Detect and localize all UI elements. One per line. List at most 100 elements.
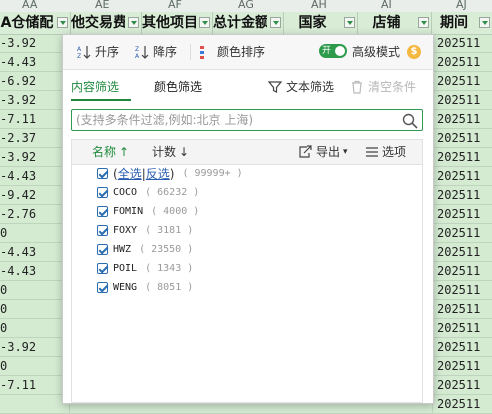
filter-dropdown-icon[interactable] bbox=[199, 17, 210, 28]
filter-dropdown-icon[interactable] bbox=[479, 17, 490, 28]
sort-descending-button[interactable]: Z A 降序 bbox=[135, 43, 177, 61]
table-cell[interactable]: -6.92 bbox=[0, 72, 70, 91]
clear-conditions-button[interactable]: 清空条件 bbox=[350, 79, 416, 95]
sort-by-name-button[interactable]: 名称 ↑ bbox=[92, 144, 129, 160]
table-cell[interactable]: 202511 bbox=[432, 224, 492, 243]
table-cell[interactable]: -3.92 bbox=[0, 34, 70, 53]
item-checkbox[interactable] bbox=[97, 225, 108, 236]
filter-dropdown-icon[interactable] bbox=[344, 17, 355, 28]
header-cell[interactable]: 店铺 bbox=[358, 12, 432, 34]
table-cell[interactable]: 202511 bbox=[432, 72, 492, 91]
advanced-mode-toggle[interactable]: 开 bbox=[319, 44, 347, 58]
table-cell[interactable]: -7.11 bbox=[0, 110, 70, 129]
table-cell[interactable]: 202511 bbox=[432, 243, 492, 262]
table-cell[interactable]: 202511 bbox=[432, 167, 492, 186]
text-filter-button[interactable]: 文本筛选 bbox=[268, 79, 334, 95]
table-cell[interactable]: -3.92 bbox=[0, 91, 70, 110]
table-cell[interactable]: -4.43 bbox=[0, 262, 70, 281]
list-item[interactable]: POIL ( 1343 ) bbox=[72, 259, 422, 278]
column-letter-ae[interactable]: AE bbox=[95, 0, 109, 11]
invert-selection-link[interactable]: 反选 bbox=[146, 167, 170, 181]
table-cell[interactable]: 202511 bbox=[432, 281, 492, 300]
item-checkbox[interactable] bbox=[97, 244, 108, 255]
table-cell[interactable]: 202511 bbox=[432, 148, 492, 167]
table-cell[interactable]: 0 bbox=[0, 357, 70, 376]
table-cell[interactable]: -3.92 bbox=[0, 338, 70, 357]
list-item[interactable]: FOMIN ( 4000 ) bbox=[72, 202, 422, 221]
table-cell[interactable]: 202511 bbox=[432, 262, 492, 281]
table-cell[interactable]: 202511 bbox=[432, 300, 492, 319]
list-item[interactable]: WENG ( 8051 ) bbox=[72, 278, 422, 297]
filter-dropdown-icon[interactable] bbox=[418, 17, 429, 28]
column-letter-af[interactable]: AF bbox=[168, 0, 182, 11]
table-cell[interactable]: -4.43 bbox=[0, 167, 70, 186]
table-cell[interactable] bbox=[0, 395, 70, 414]
header-cell[interactable]: 国家 bbox=[284, 12, 358, 34]
filter-dropdown-icon[interactable] bbox=[270, 17, 281, 28]
item-checkbox[interactable] bbox=[97, 263, 108, 274]
item-checkbox[interactable] bbox=[97, 187, 108, 198]
export-button[interactable]: 导出 ▾ bbox=[298, 144, 348, 160]
item-checkbox[interactable] bbox=[97, 206, 108, 217]
table-cell[interactable]: -7.11 bbox=[0, 376, 70, 395]
table-cell[interactable]: 0 bbox=[0, 300, 70, 319]
table-cell[interactable]: 202511 bbox=[432, 53, 492, 72]
list-item[interactable]: FOXY ( 3181 ) bbox=[72, 221, 422, 240]
header-cell[interactable]: 期间 bbox=[432, 12, 492, 34]
table-cell[interactable]: 0 bbox=[0, 319, 70, 338]
header-cell[interactable]: 他交易费 bbox=[71, 12, 142, 34]
table-cell[interactable]: -2.76 bbox=[0, 205, 70, 224]
search-icon[interactable] bbox=[402, 113, 418, 129]
table-cell[interactable]: 202511 bbox=[432, 338, 492, 357]
table-cell[interactable]: -9.42 bbox=[0, 186, 70, 205]
tab-content-filter[interactable]: 内容筛选 bbox=[71, 79, 119, 95]
options-button[interactable]: 选项 bbox=[365, 144, 406, 160]
table-cell[interactable]: 202511 bbox=[432, 129, 492, 148]
select-all-checkbox[interactable] bbox=[97, 168, 108, 179]
table-cell[interactable]: 202511 bbox=[432, 34, 492, 53]
search-input[interactable] bbox=[76, 111, 396, 129]
select-all-link[interactable]: 全选 bbox=[118, 167, 142, 181]
sort-by-count-button[interactable]: 计数 ↓ bbox=[152, 144, 189, 160]
table-cell[interactable]: 202511 bbox=[432, 376, 492, 395]
trash-icon bbox=[352, 80, 362, 94]
table-cell[interactable]: -4.43 bbox=[0, 53, 70, 72]
premium-coin-icon[interactable]: $ bbox=[407, 45, 421, 59]
column-letter-aa[interactable]: AA bbox=[22, 0, 37, 11]
item-count: ( 3181 ) bbox=[145, 225, 194, 236]
table-cell[interactable]: 202511 bbox=[432, 205, 492, 224]
sort-ascending-button[interactable]: A Z 升序 bbox=[77, 43, 119, 61]
filter-dropdown-icon[interactable] bbox=[57, 17, 68, 28]
header-cell[interactable]: 总计金额 bbox=[213, 12, 284, 34]
header-cell[interactable]: 其他项目 bbox=[142, 12, 213, 34]
select-all-row[interactable]: (全选|反选) ( 99999+ ) bbox=[72, 164, 422, 183]
table-cell[interactable]: 0 bbox=[0, 224, 70, 243]
table-cell[interactable]: 202511 bbox=[432, 319, 492, 338]
list-item[interactable]: HWZ ( 23550 ) bbox=[72, 240, 422, 259]
color-sort-button[interactable]: 颜色排序 bbox=[199, 43, 265, 61]
list-item[interactable]: COCO ( 66232 ) bbox=[72, 183, 422, 202]
sort-ascending-icon: A Z bbox=[77, 46, 91, 59]
column-letter-ag[interactable]: AG bbox=[238, 0, 254, 11]
table-cell[interactable]: -3.92 bbox=[0, 148, 70, 167]
text-filter-label: 文本筛选 bbox=[286, 80, 335, 94]
table-cell[interactable]: 202511 bbox=[432, 91, 492, 110]
table-cell[interactable]: 202511 bbox=[432, 357, 492, 376]
item-name: POIL bbox=[113, 263, 138, 274]
table-cell[interactable]: 0 bbox=[0, 281, 70, 300]
item-checkbox[interactable] bbox=[97, 282, 108, 293]
table-cell[interactable]: 202511 bbox=[432, 110, 492, 129]
column-letter-ah[interactable]: AH bbox=[311, 0, 327, 11]
table-cell[interactable]: 202511 bbox=[432, 186, 492, 205]
column-letter-aj[interactable]: AJ bbox=[456, 0, 467, 11]
header-label: 其他项目 bbox=[142, 15, 196, 31]
filter-dropdown-icon[interactable] bbox=[128, 17, 139, 28]
table-cell[interactable]: 202511 bbox=[432, 395, 492, 414]
toolbar-divider bbox=[190, 44, 191, 60]
select-all-group: (全选|反选) bbox=[113, 167, 175, 181]
table-cell[interactable]: -4.43 bbox=[0, 243, 70, 262]
header-cell[interactable]: A仓储配 bbox=[0, 12, 71, 34]
table-cell[interactable]: -2.37 bbox=[0, 129, 70, 148]
column-letter-ai[interactable]: AI bbox=[381, 0, 392, 11]
tab-color-filter[interactable]: 颜色筛选 bbox=[154, 79, 202, 95]
